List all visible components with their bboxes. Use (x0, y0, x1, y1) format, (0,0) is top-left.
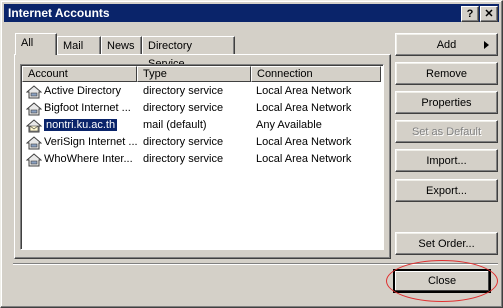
title-bar[interactable]: Internet Accounts ? ✕ (4, 4, 499, 22)
directory-service-icon (26, 85, 42, 99)
account-name: Bigfoot Internet ... (44, 102, 131, 114)
account-connection: Any Available (256, 119, 322, 131)
add-button-label: Add (436, 39, 457, 51)
account-name: Active Directory (44, 85, 122, 97)
separator (13, 263, 498, 265)
set-as-default-button[interactable]: Set as Default (395, 120, 498, 143)
account-type: directory service (143, 136, 224, 148)
list-item[interactable]: WhoWhere Inter... directory service Loca… (23, 151, 381, 168)
account-name: nontri.ku.ac.th (44, 118, 118, 132)
column-header-connection[interactable]: Connection (251, 66, 381, 82)
list-item-selected[interactable]: nontri.ku.ac.th mail (default) Any Avail… (23, 117, 381, 134)
add-button[interactable]: Add (395, 33, 498, 56)
list-item[interactable]: Active Directory directory service Local… (23, 83, 381, 100)
tab-directory-service[interactable]: Directory Service (142, 36, 235, 70)
tab-all[interactable]: All (15, 33, 57, 55)
directory-service-icon (26, 136, 42, 150)
account-connection: Local Area Network (256, 102, 352, 114)
set-order-button[interactable]: Set Order... (395, 232, 498, 255)
submenu-arrow-icon (484, 41, 489, 49)
directory-service-icon (26, 153, 42, 167)
tab-mail[interactable]: Mail (57, 36, 101, 54)
account-connection: Local Area Network (256, 136, 352, 148)
mail-account-icon (26, 119, 42, 133)
account-type: directory service (143, 85, 224, 97)
accounts-list[interactable]: Account Type Connection Active Directory… (20, 64, 384, 250)
close-button[interactable]: Close (393, 269, 491, 293)
account-type: mail (default) (143, 119, 207, 131)
column-header-account[interactable]: Account (22, 66, 137, 82)
tab-news[interactable]: News (101, 36, 142, 54)
close-window-button[interactable]: ✕ (480, 6, 498, 22)
column-header-type[interactable]: Type (137, 66, 251, 82)
list-item[interactable]: VeriSign Internet ... directory service … (23, 134, 381, 151)
remove-button[interactable]: Remove (395, 62, 498, 85)
account-connection: Local Area Network (256, 85, 352, 97)
directory-service-icon (26, 102, 42, 116)
help-button[interactable]: ? (461, 6, 479, 22)
account-type: directory service (143, 102, 224, 114)
account-type: directory service (143, 153, 224, 165)
import-button[interactable]: Import... (395, 149, 498, 172)
list-item[interactable]: Bigfoot Internet ... directory service L… (23, 100, 381, 117)
account-name: VeriSign Internet ... (44, 136, 138, 148)
properties-button[interactable]: Properties (395, 91, 498, 114)
export-button[interactable]: Export... (395, 179, 498, 202)
account-connection: Local Area Network (256, 153, 352, 165)
window-title: Internet Accounts (8, 6, 110, 20)
account-name: WhoWhere Inter... (44, 153, 133, 165)
